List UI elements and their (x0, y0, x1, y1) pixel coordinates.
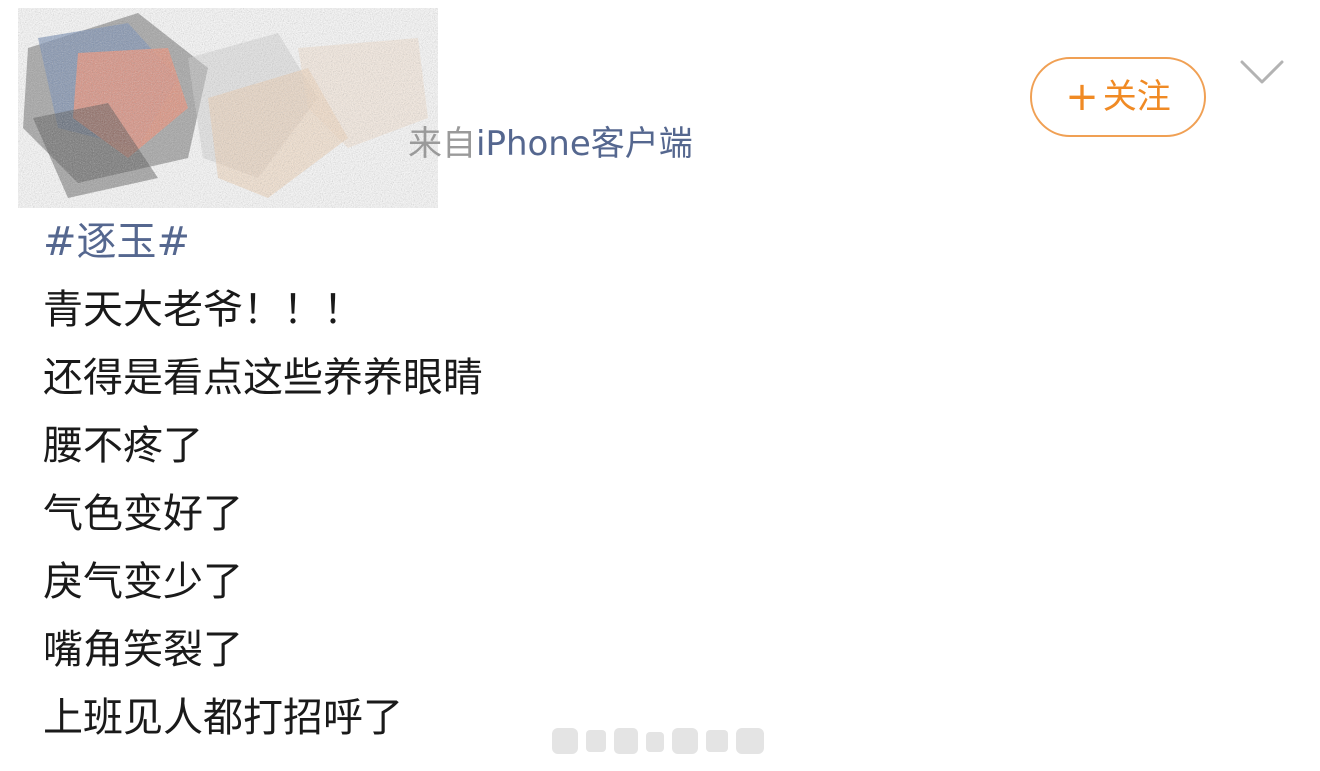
source-client-link[interactable]: iPhone客户端 (476, 124, 693, 164)
post-text-line: 还得是看点这些养养眼睛 (43, 355, 483, 401)
faded-watermark (552, 728, 764, 754)
post-text-line: 嘴角笑裂了 (43, 627, 243, 673)
post-text-line: 腰不疼了 (43, 423, 203, 469)
follow-button[interactable]: + 关注 (1030, 57, 1206, 137)
source-prefix: 来自 (408, 124, 476, 164)
post-text-line: 青天大老爷！！！ (43, 287, 363, 333)
post-text-line: 戾气变少了 (43, 559, 243, 605)
redacted-avatar-scribble (18, 8, 438, 208)
plus-icon: + (1065, 74, 1099, 120)
post-body: #逐玉# 青天大老爷！！！ 还得是看点这些养养眼睛 腰不疼了 气色变好了 戾气变… (43, 208, 1143, 752)
post-header: 来自iPhone客户端 + 关注 (0, 0, 1320, 208)
post-source: 来自iPhone客户端 (408, 122, 693, 166)
follow-label: 关注 (1102, 77, 1171, 117)
chevron-down-icon[interactable] (1238, 56, 1286, 88)
hashtag-link[interactable]: #逐玉# (43, 208, 1143, 276)
post-text-line: 气色变好了 (43, 491, 243, 537)
